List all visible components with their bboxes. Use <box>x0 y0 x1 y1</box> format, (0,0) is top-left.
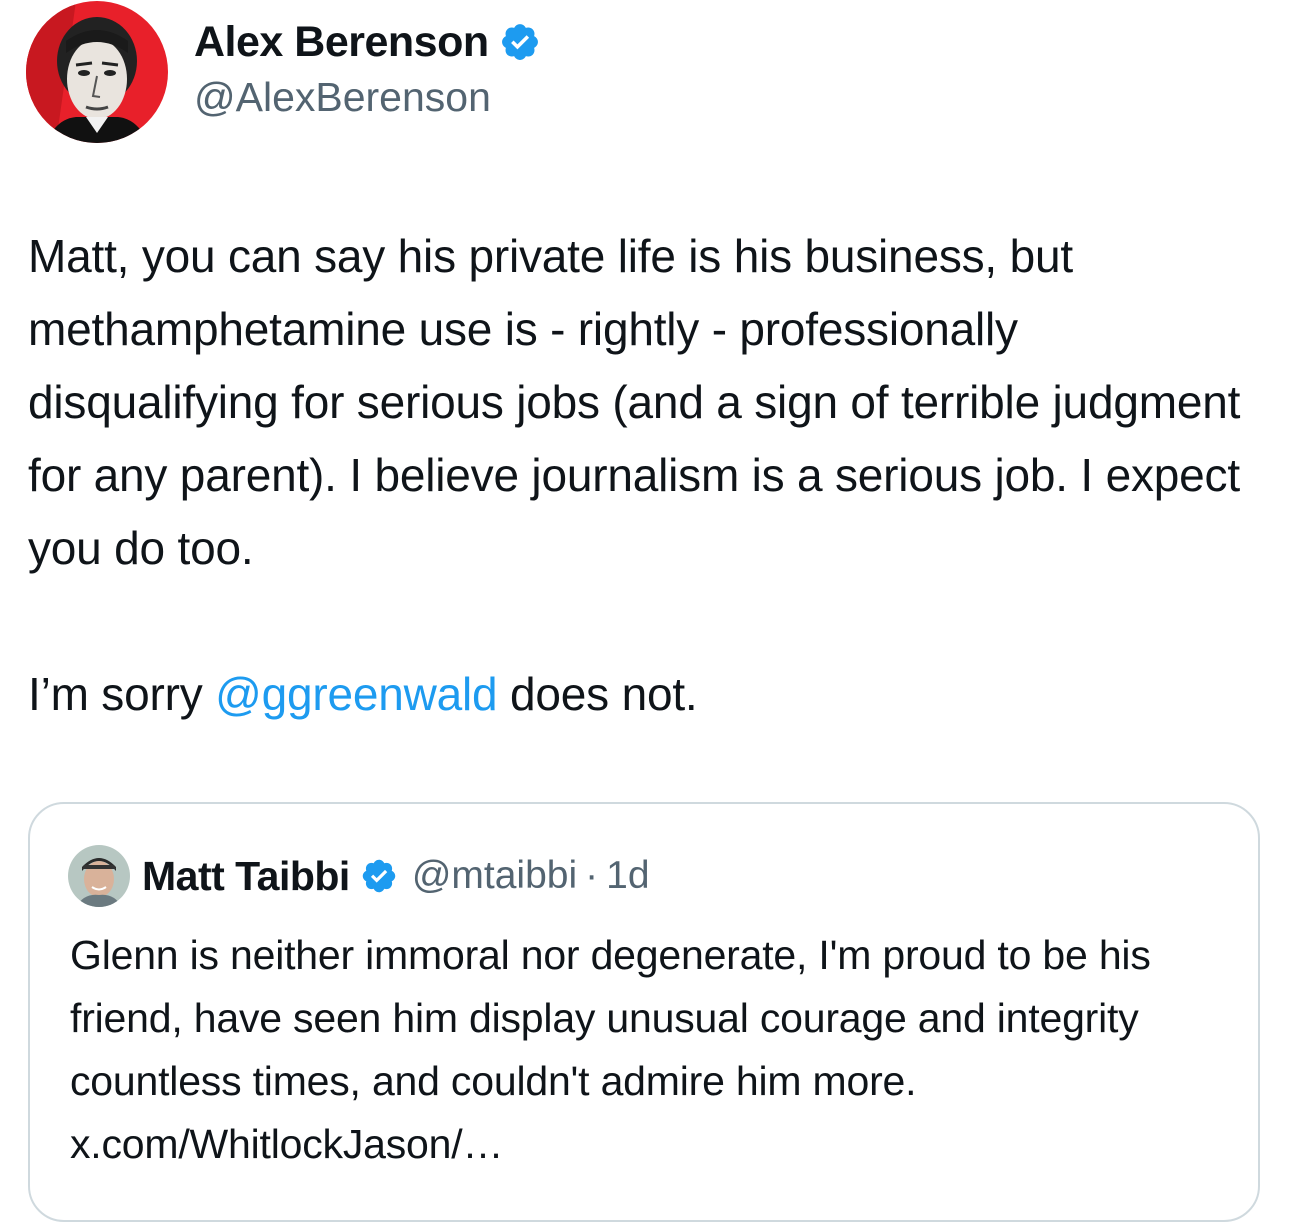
quoted-tweet-text: Glenn is neither immoral nor degenerate,… <box>70 932 1151 1167</box>
portrait-avatar-icon <box>26 1 168 143</box>
quoted-tweet-header: Matt Taibbi @mtaibbi · 1d <box>68 844 650 908</box>
paragraph-2-lead: I’m sorry <box>28 668 216 720</box>
author-display-name[interactable]: Alex Berenson <box>194 18 489 67</box>
mention-link[interactable]: @ggreenwald <box>215 668 498 720</box>
dot-separator: · <box>585 854 599 897</box>
author-names: Alex Berenson @AlexBerenson <box>194 14 541 121</box>
tweet-paragraph-1: Matt, you can say his private life is hi… <box>28 230 1241 574</box>
verified-badge-icon[interactable] <box>360 857 398 895</box>
author-avatar[interactable] <box>26 1 168 143</box>
verified-badge-icon[interactable] <box>499 21 541 63</box>
display-name-row: Alex Berenson <box>194 14 541 70</box>
quoted-author-handle[interactable]: @mtaibbi <box>412 854 577 898</box>
quoted-tweet-time[interactable]: 1d <box>606 854 649 898</box>
author-handle[interactable]: @AlexBerenson <box>194 74 541 121</box>
quoted-author-display-name[interactable]: Matt Taibbi <box>142 853 350 900</box>
quoted-author-avatar[interactable] <box>68 845 130 907</box>
tweet-text: Matt, you can say his private life is hi… <box>28 220 1268 731</box>
quoted-tweet-card[interactable]: Matt Taibbi @mtaibbi · 1d Glenn is neith… <box>28 802 1260 1222</box>
tweet-paragraph-2: I’m sorry @ggreenwald does not. <box>28 658 1268 731</box>
photo-avatar-icon <box>68 845 130 907</box>
paragraph-2-tail: does not. <box>497 668 698 720</box>
tweet-header: Alex Berenson @AlexBerenson <box>26 0 1266 150</box>
